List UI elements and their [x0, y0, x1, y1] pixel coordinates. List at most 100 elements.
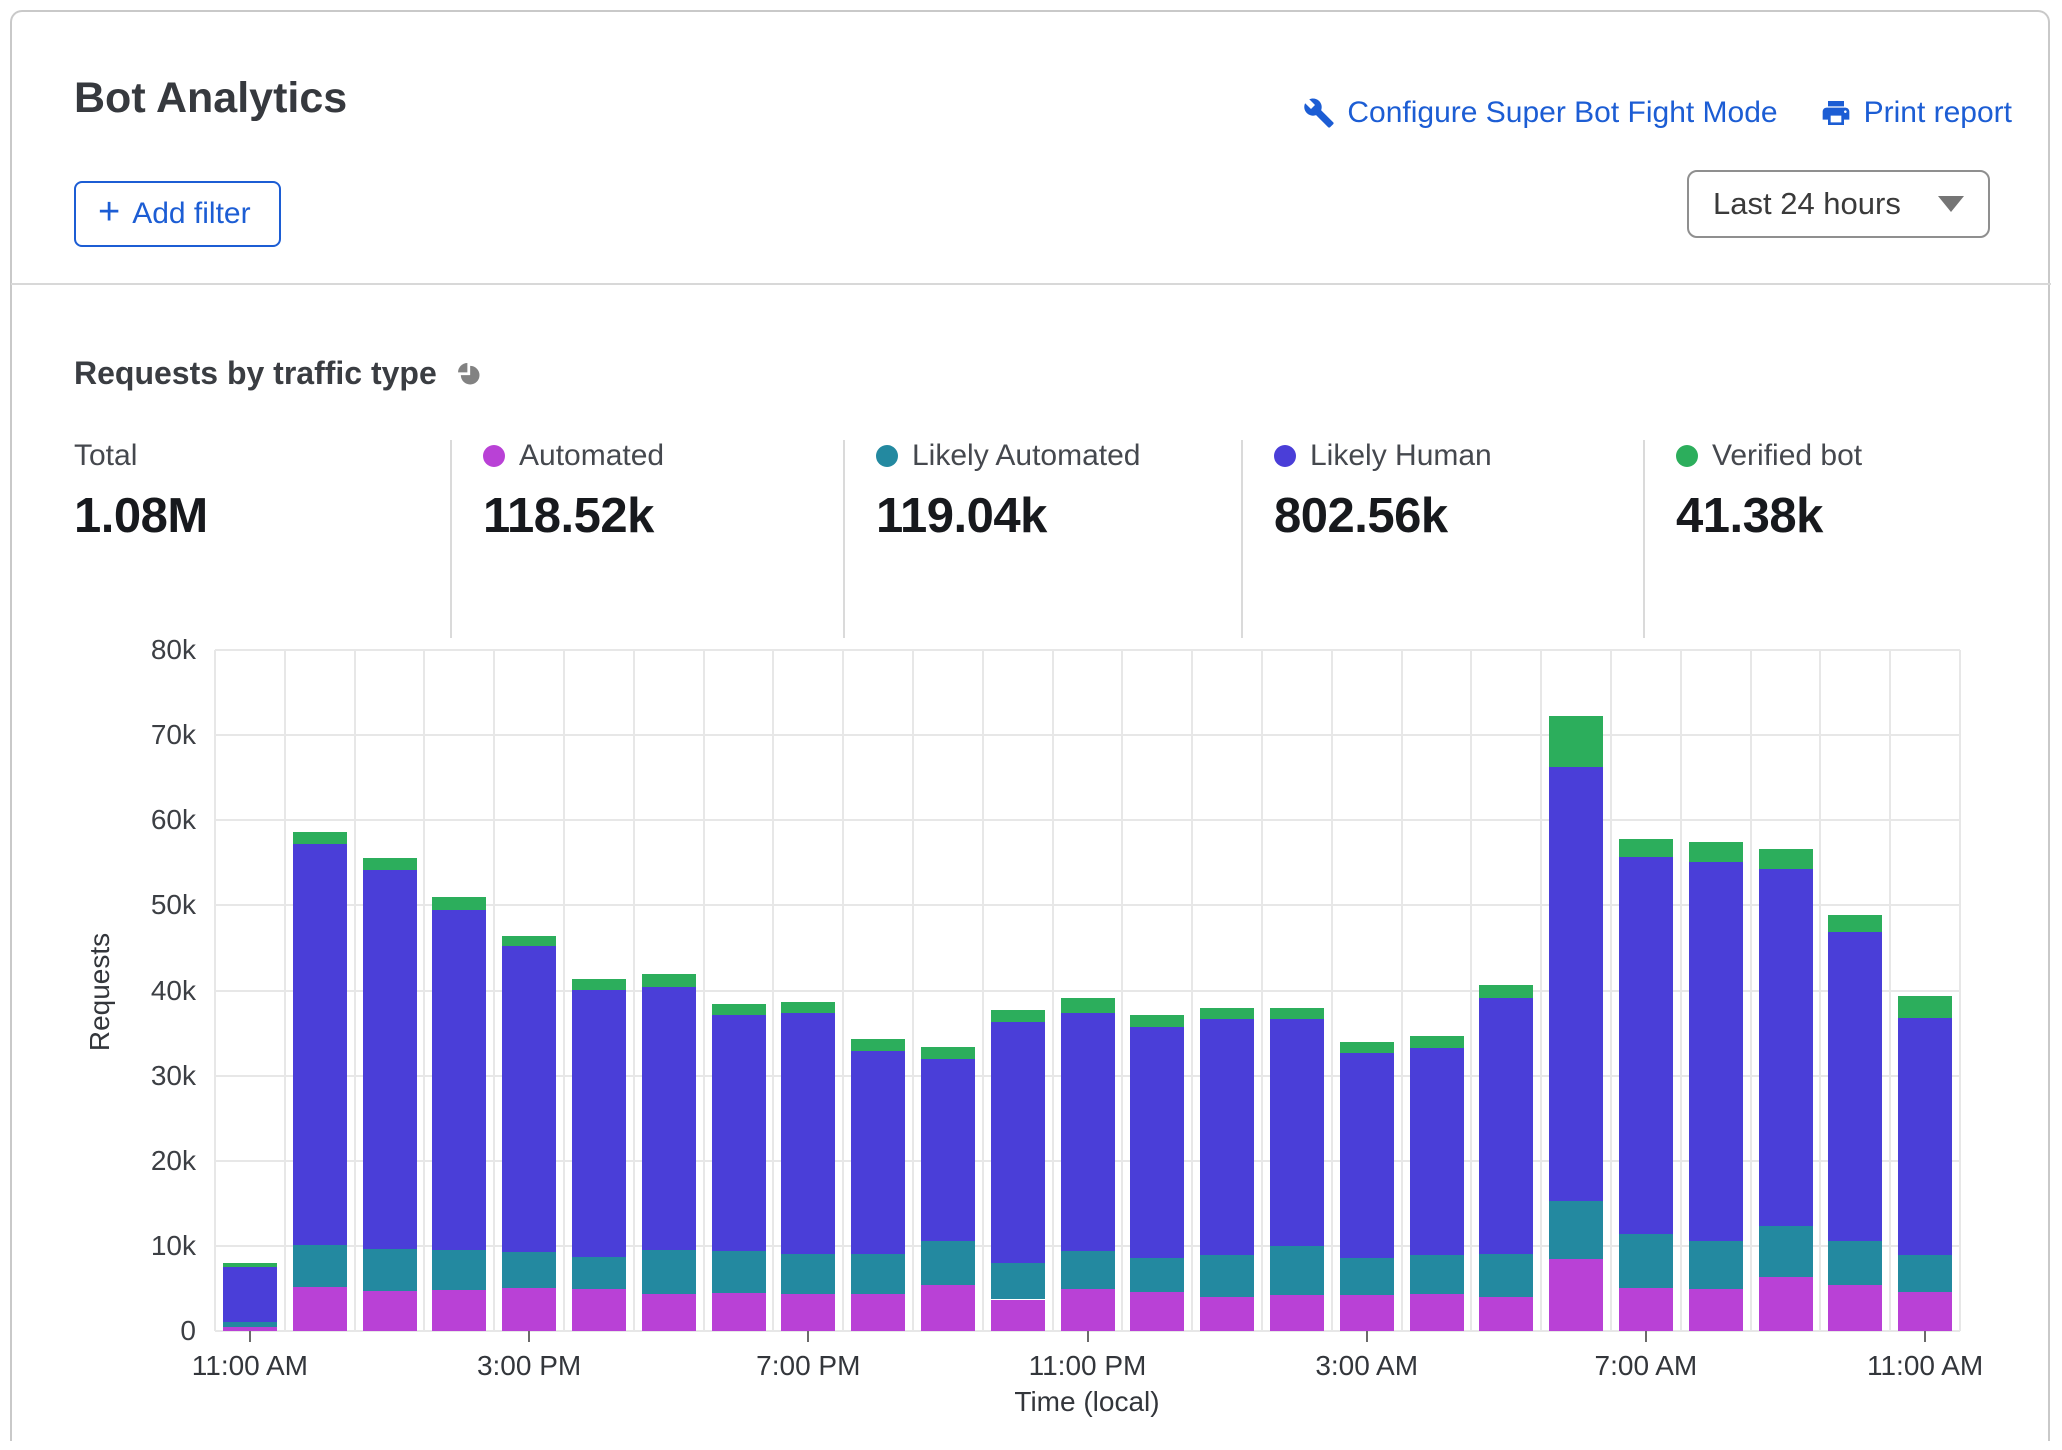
bar-5-00-pm-verified-bot[interactable] — [642, 974, 696, 987]
bar-11-00-am-verified-bot[interactable] — [1898, 996, 1952, 1018]
bar-12-00-pm-verified-bot[interactable] — [293, 832, 347, 844]
bar-8-00-am-likely-human[interactable] — [1689, 862, 1743, 1241]
print-report-link[interactable]: Print report — [1820, 96, 2012, 130]
bar-10-00-am-automated[interactable] — [1828, 1285, 1882, 1331]
bar-6-00-am-likely-automated[interactable] — [1549, 1201, 1603, 1260]
bar-10-00-pm-verified-bot[interactable] — [991, 1010, 1045, 1022]
bar-12-00-pm-likely-human[interactable] — [293, 844, 347, 1245]
bar-5-00-pm-likely-human[interactable] — [642, 987, 696, 1250]
bar-5-00-pm-likely-automated[interactable] — [642, 1250, 696, 1294]
bar-10-00-pm-automated[interactable] — [991, 1300, 1045, 1331]
bar-3-00-pm-automated[interactable] — [502, 1288, 556, 1331]
bar-9-00-am-likely-human[interactable] — [1759, 869, 1813, 1227]
bar-10-00-am-likely-automated[interactable] — [1828, 1241, 1882, 1285]
bar-2-00-pm-likely-human[interactable] — [432, 910, 486, 1250]
bar-6-00-pm-verified-bot[interactable] — [712, 1004, 766, 1015]
bar-11-00-pm-verified-bot[interactable] — [1061, 998, 1115, 1012]
bar-6-00-pm-likely-automated[interactable] — [712, 1251, 766, 1293]
bar-10-00-pm-likely-automated[interactable] — [991, 1263, 1045, 1300]
bar-9-00-am-automated[interactable] — [1759, 1277, 1813, 1331]
bar-3-00-am-likely-automated[interactable] — [1340, 1258, 1394, 1295]
bar-5-00-am-likely-automated[interactable] — [1479, 1254, 1533, 1297]
bar-1-00-pm-likely-automated[interactable] — [363, 1249, 417, 1291]
bar-12-00-pm-likely-automated[interactable] — [293, 1245, 347, 1287]
bar-8-00-pm-automated[interactable] — [851, 1294, 905, 1331]
bar-7-00-pm-verified-bot[interactable] — [781, 1002, 835, 1014]
bar-9-00-am-likely-automated[interactable] — [1759, 1226, 1813, 1277]
bar-4-00-am-verified-bot[interactable] — [1410, 1036, 1464, 1049]
bar-4-00-pm-verified-bot[interactable] — [572, 979, 626, 990]
bar-9-00-pm-likely-automated[interactable] — [921, 1241, 975, 1285]
bar-8-00-pm-likely-human[interactable] — [851, 1051, 905, 1254]
bar-4-00-am-likely-automated[interactable] — [1410, 1255, 1464, 1294]
bar-1-00-am-likely-automated[interactable] — [1200, 1255, 1254, 1297]
bar-1-00-am-verified-bot[interactable] — [1200, 1008, 1254, 1020]
bar-5-00-am-verified-bot[interactable] — [1479, 985, 1533, 998]
bar-6-00-am-automated[interactable] — [1549, 1259, 1603, 1331]
bar-11-00-pm-likely-automated[interactable] — [1061, 1251, 1115, 1289]
bar-2-00-am-automated[interactable] — [1270, 1295, 1324, 1331]
bar-1-00-am-likely-human[interactable] — [1200, 1019, 1254, 1255]
bar-4-00-am-automated[interactable] — [1410, 1294, 1464, 1331]
bar-5-00-am-automated[interactable] — [1479, 1297, 1533, 1331]
bar-12-00-am-verified-bot[interactable] — [1130, 1015, 1184, 1027]
bar-2-00-pm-likely-automated[interactable] — [432, 1250, 486, 1290]
bar-8-00-pm-likely-automated[interactable] — [851, 1254, 905, 1295]
bar-7-00-am-likely-automated[interactable] — [1619, 1234, 1673, 1288]
add-filter-button[interactable]: + Add filter — [74, 181, 281, 247]
bar-8-00-am-verified-bot[interactable] — [1689, 842, 1743, 862]
bar-3-00-am-automated[interactable] — [1340, 1295, 1394, 1331]
bar-10-00-am-likely-human[interactable] — [1828, 932, 1882, 1241]
bar-1-00-pm-likely-human[interactable] — [363, 870, 417, 1249]
bar-4-00-pm-automated[interactable] — [572, 1289, 626, 1331]
bar-2-00-pm-automated[interactable] — [432, 1290, 486, 1331]
bar-3-00-pm-likely-automated[interactable] — [502, 1252, 556, 1289]
bar-8-00-am-likely-automated[interactable] — [1689, 1241, 1743, 1290]
bar-2-00-am-likely-human[interactable] — [1270, 1019, 1324, 1245]
bar-11-00-am-verified-bot[interactable] — [223, 1263, 277, 1267]
bar-9-00-am-verified-bot[interactable] — [1759, 849, 1813, 869]
bar-6-00-am-verified-bot[interactable] — [1549, 716, 1603, 767]
bar-1-00-am-automated[interactable] — [1200, 1297, 1254, 1331]
bar-11-00-am-automated[interactable] — [1898, 1292, 1952, 1331]
bar-7-00-pm-likely-human[interactable] — [781, 1013, 835, 1254]
bar-11-00-am-likely-automated[interactable] — [1898, 1255, 1952, 1292]
bar-10-00-pm-likely-human[interactable] — [991, 1022, 1045, 1263]
bar-11-00-pm-automated[interactable] — [1061, 1289, 1115, 1331]
time-range-select[interactable]: Last 24 hours — [1687, 170, 1990, 238]
bar-5-00-pm-automated[interactable] — [642, 1294, 696, 1331]
bar-12-00-pm-automated[interactable] — [293, 1287, 347, 1331]
bar-6-00-pm-automated[interactable] — [712, 1293, 766, 1331]
bar-7-00-am-verified-bot[interactable] — [1619, 839, 1673, 857]
bar-8-00-am-automated[interactable] — [1689, 1289, 1743, 1331]
bar-3-00-pm-verified-bot[interactable] — [502, 936, 556, 946]
bar-5-00-am-likely-human[interactable] — [1479, 998, 1533, 1253]
bar-2-00-am-verified-bot[interactable] — [1270, 1008, 1324, 1019]
bar-3-00-am-likely-human[interactable] — [1340, 1053, 1394, 1257]
bar-12-00-am-likely-automated[interactable] — [1130, 1258, 1184, 1292]
bar-10-00-am-verified-bot[interactable] — [1828, 915, 1882, 932]
bar-11-00-am-likely-human[interactable] — [223, 1267, 277, 1321]
bar-1-00-pm-verified-bot[interactable] — [363, 858, 417, 871]
bar-7-00-am-likely-human[interactable] — [1619, 857, 1673, 1234]
bar-9-00-pm-automated[interactable] — [921, 1285, 975, 1331]
bar-7-00-pm-likely-automated[interactable] — [781, 1254, 835, 1293]
bar-11-00-am-likely-human[interactable] — [1898, 1018, 1952, 1255]
configure-super-bot-fight-mode-link[interactable]: Configure Super Bot Fight Mode — [1303, 96, 1777, 130]
bar-3-00-am-verified-bot[interactable] — [1340, 1042, 1394, 1054]
bar-4-00-pm-likely-human[interactable] — [572, 990, 626, 1257]
bar-2-00-am-likely-automated[interactable] — [1270, 1246, 1324, 1295]
bar-11-00-pm-likely-human[interactable] — [1061, 1013, 1115, 1251]
bar-12-00-am-likely-human[interactable] — [1130, 1027, 1184, 1258]
bar-6-00-pm-likely-human[interactable] — [712, 1015, 766, 1251]
bar-9-00-pm-likely-human[interactable] — [921, 1059, 975, 1241]
bar-2-00-pm-verified-bot[interactable] — [432, 897, 486, 911]
bar-12-00-am-automated[interactable] — [1130, 1292, 1184, 1331]
bar-1-00-pm-automated[interactable] — [363, 1291, 417, 1331]
bar-6-00-am-likely-human[interactable] — [1549, 767, 1603, 1201]
bar-8-00-pm-verified-bot[interactable] — [851, 1039, 905, 1051]
bar-7-00-pm-automated[interactable] — [781, 1294, 835, 1331]
bar-11-00-am-likely-automated[interactable] — [223, 1322, 277, 1327]
bar-3-00-pm-likely-human[interactable] — [502, 946, 556, 1252]
bar-4-00-pm-likely-automated[interactable] — [572, 1257, 626, 1289]
